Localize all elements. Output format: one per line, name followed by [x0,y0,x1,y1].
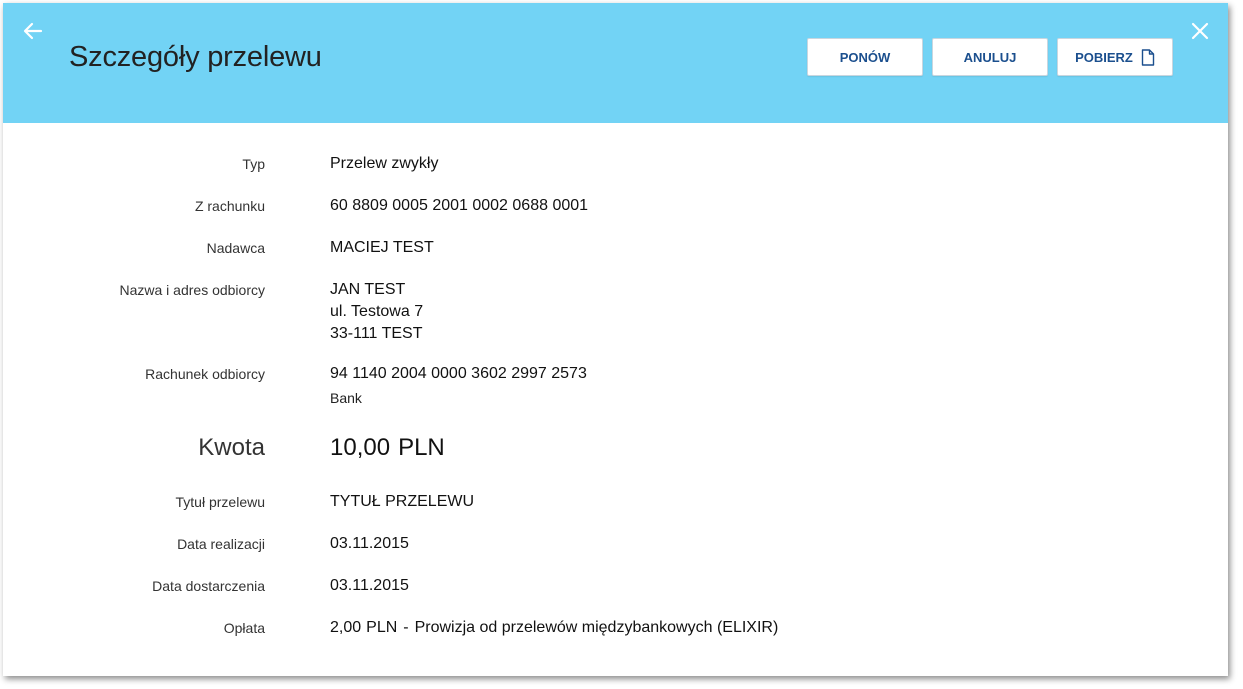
transfer-details-dialog: Szczegóły przelewu PONÓW ANULUJ POBIERZ [3,3,1228,676]
download-button-label: POBIERZ [1075,49,1133,65]
recipient-bank: Bank [330,390,362,406]
transfer-title-label: Tytuł przelewu [175,494,265,510]
recipient-value: JAN TEST ul. Testowa 7 33-111 TEST [330,279,423,345]
document-icon [1141,48,1155,66]
from-account-label: Z rachunku [194,198,265,214]
sender-label: Nadawca [206,240,265,256]
fee-label: Opłata [223,620,265,636]
amount-number: 10,00 [330,434,391,461]
header-actions: PONÓW ANULUJ POBIERZ [807,38,1173,76]
recipient-city: 33-111 TEST [330,325,423,342]
recipient-account-value: 94 1140 2004 0000 3602 2997 2573 Bank [330,363,587,409]
amount-value: 10,00 PLN [330,434,445,462]
download-button[interactable]: POBIERZ [1057,38,1173,76]
amount-currency: PLN [398,434,445,461]
dialog-header: Szczegóły przelewu PONÓW ANULUJ POBIERZ [3,3,1228,123]
cancel-button[interactable]: ANULUJ [932,38,1048,76]
fee-currency: PLN [366,619,398,636]
fee-value: 2,00 PLN - Prowizja od przelewów międzybank… [330,617,778,639]
recipient-label: Nazwa i adres odbiorcy [119,282,265,298]
delivery-date-value: 03.11.2015 [330,577,409,594]
fee-separator: - [403,619,409,636]
close-icon[interactable] [1190,21,1210,41]
cancel-button-label: ANULUJ [963,49,1017,65]
recipient-account-number: 94 1140 2004 0000 3602 2997 2573 [330,365,587,382]
recipient-street: ul. Testowa 7 [330,303,424,320]
page-title: Szczegóły przelewu [69,41,322,73]
execution-date-label: Data realizacji [177,536,265,552]
retry-button-label: PONÓW [839,49,891,65]
type-value: Przelew zwykły [330,155,439,172]
recipient-account-label: Rachunek odbiorcy [145,366,265,382]
amount-label: Kwota [198,434,265,461]
from-account-value: 60 8809 0005 2001 0002 0688 0001 [330,197,589,214]
sender-value: MACIEJ TEST [330,239,434,256]
fee-description: Prowizja od przelewów międzybankowych (E… [414,619,779,636]
type-label: Typ [242,156,265,172]
recipient-name: JAN TEST [330,281,406,298]
transfer-title-value: TYTUŁ PRZELEWU [330,493,475,510]
fee-amount: 2,00 [330,619,362,636]
retry-button[interactable]: PONÓW [807,38,923,76]
delivery-date-label: Data dostarczenia [152,578,265,594]
execution-date-value: 03.11.2015 [330,535,409,552]
back-arrow-icon[interactable] [22,20,44,42]
